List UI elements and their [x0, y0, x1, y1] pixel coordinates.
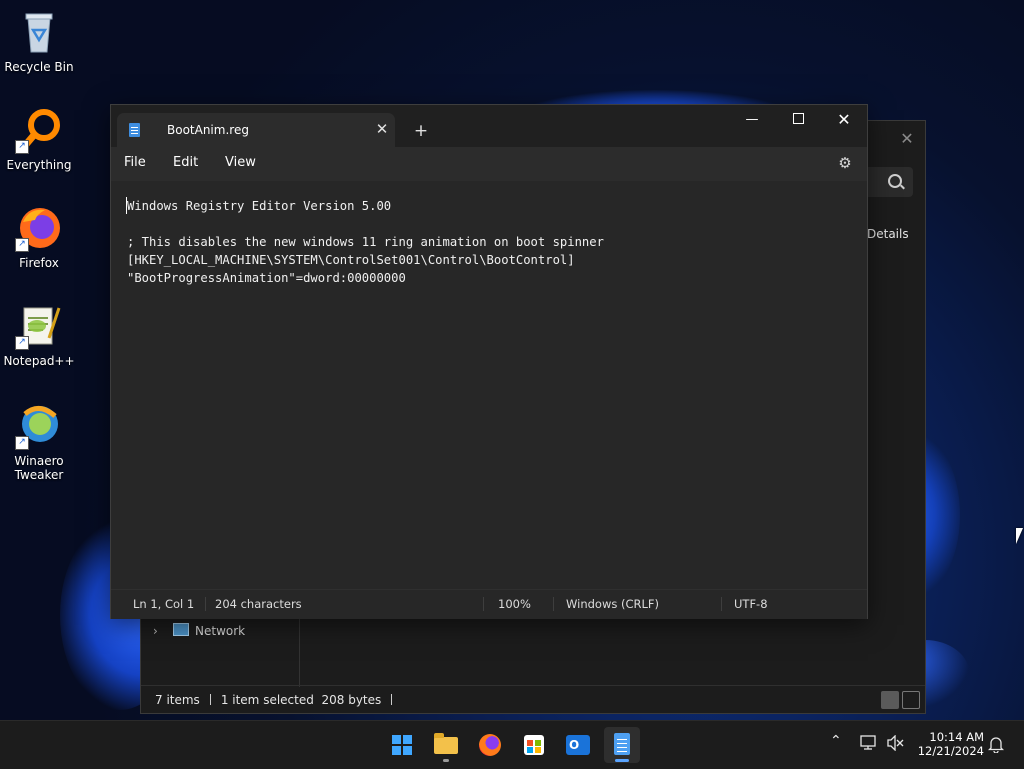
divider	[721, 597, 722, 611]
new-tab-button[interactable]: +	[409, 119, 433, 143]
taskbar-file-explorer[interactable]	[428, 727, 464, 763]
divider	[141, 685, 925, 686]
active-indicator	[615, 759, 629, 762]
tab-title: BootAnim.reg	[167, 123, 249, 137]
notepadpp-icon: ↗	[15, 302, 63, 350]
navigation-pane-divider[interactable]	[299, 617, 300, 687]
close-button[interactable]: ✕	[821, 105, 867, 135]
winaero-tweaker-icon: ↗	[15, 402, 63, 450]
desktop-icon-label: Notepad++	[3, 354, 75, 368]
notepad-file-icon	[129, 123, 140, 137]
divider	[209, 694, 211, 705]
taskbar-outlook[interactable]: O	[560, 727, 596, 763]
taskbar-microsoft-store[interactable]	[516, 727, 552, 763]
nav-item-label: Network	[195, 624, 246, 638]
details-view-icon[interactable]	[881, 691, 899, 709]
outlook-icon: O	[566, 735, 590, 755]
title-bar[interactable]: BootAnim.reg ✕ + — ✕	[111, 105, 867, 147]
clock-time: 10:14 AM	[929, 730, 984, 744]
network-monitor-icon[interactable]	[860, 735, 878, 755]
everything-search-icon: ↗	[15, 106, 63, 154]
menu-edit[interactable]: Edit	[173, 155, 198, 170]
shortcut-arrow-icon: ↗	[15, 436, 29, 450]
menu-file[interactable]: File	[124, 155, 146, 170]
explorer-search-box[interactable]	[861, 167, 913, 197]
shortcut-arrow-icon: ↗	[15, 238, 29, 252]
view-switcher	[878, 691, 920, 711]
mouse-cursor-icon	[1016, 528, 1023, 544]
volume-muted-icon[interactable]	[886, 734, 904, 755]
shortcut-arrow-icon: ↗	[15, 140, 29, 154]
taskbar-firefox[interactable]	[472, 727, 508, 763]
start-button[interactable]	[384, 727, 420, 763]
divider	[553, 597, 554, 611]
shortcut-arrow-icon: ↗	[15, 336, 29, 350]
desktop-icon-label: Recycle Bin	[4, 60, 74, 74]
encoding[interactable]: UTF-8	[734, 597, 768, 611]
settings-gear-icon[interactable]: ⚙	[835, 153, 855, 173]
desktop-icon-notepadpp[interactable]: ↗ Notepad++	[2, 302, 76, 368]
firefox-icon	[479, 734, 501, 756]
chevron-right-icon[interactable]: ›	[153, 621, 167, 641]
notepad-icon	[614, 733, 630, 755]
status-bar: Ln 1, Col 1 204 characters 100% Windows …	[111, 589, 867, 619]
notepad-window[interactable]: BootAnim.reg ✕ + — ✕ File Edit View ⚙ Wi…	[110, 104, 868, 619]
item-count: 7 items	[155, 693, 200, 707]
divider	[205, 597, 206, 611]
running-indicator	[443, 759, 449, 762]
desktop-icon-label: Firefox	[19, 256, 59, 270]
desktop-icon-winaero-tweaker[interactable]: ↗ Winaero Tweaker	[2, 402, 76, 482]
desktop-icon-everything[interactable]: ↗ Everything	[2, 106, 76, 172]
desktop-icon-label: Everything	[6, 158, 72, 172]
tab-close-button[interactable]: ✕	[371, 119, 393, 139]
line-endings[interactable]: Windows (CRLF)	[566, 597, 659, 611]
menu-bar: File Edit View ⚙	[111, 147, 867, 181]
large-icons-view-icon[interactable]	[902, 691, 920, 709]
menu-view[interactable]: View	[225, 155, 256, 170]
taskbar: O ⌃ 10:14 AM 12/21/2024	[0, 720, 1024, 769]
selection-count: 1 item selected	[220, 693, 314, 707]
desktop-icon-label: Winaero Tweaker	[14, 454, 64, 482]
show-hidden-icons-chevron-icon[interactable]: ⌃	[830, 733, 842, 749]
windows-logo-icon	[392, 735, 412, 755]
divider	[391, 694, 393, 705]
taskbar-notepad[interactable]	[604, 727, 640, 763]
explorer-close-button[interactable]: ✕	[892, 126, 922, 152]
text-editor[interactable]: Windows Registry Editor Version 5.00 ; T…	[111, 181, 867, 589]
editor-content[interactable]: Windows Registry Editor Version 5.00 ; T…	[127, 197, 604, 287]
tab-bootanim-reg[interactable]: BootAnim.reg ✕	[117, 113, 395, 147]
text-caret	[126, 197, 127, 214]
desktop-icon-recycle-bin[interactable]: Recycle Bin	[2, 8, 76, 74]
network-icon	[173, 623, 189, 636]
maximize-icon	[792, 113, 804, 124]
nav-item-network[interactable]: › Network	[153, 621, 245, 641]
selection-size: 208 bytes	[321, 693, 382, 707]
minimize-button[interactable]: —	[729, 105, 775, 135]
clock-date: 12/21/2024	[917, 744, 984, 758]
character-count: 204 characters	[215, 597, 302, 611]
explorer-details-button[interactable]: Details	[867, 227, 909, 241]
zoom-level[interactable]: 100%	[498, 597, 531, 611]
clock[interactable]: 10:14 AM 12/21/2024	[908, 730, 984, 758]
notification-bell-icon[interactable]	[987, 735, 1005, 757]
desktop-icon-firefox[interactable]: ↗ Firefox	[2, 204, 76, 270]
search-icon	[888, 174, 902, 188]
store-icon	[524, 735, 544, 755]
maximize-button[interactable]	[775, 105, 821, 135]
firefox-icon: ↗	[15, 204, 63, 252]
cursor-position: Ln 1, Col 1	[133, 597, 195, 611]
folder-icon	[434, 733, 458, 754]
divider	[483, 597, 484, 611]
explorer-status-bar: 7 items 1 item selected 208 bytes	[155, 693, 402, 707]
recycle-bin-icon	[15, 8, 63, 56]
